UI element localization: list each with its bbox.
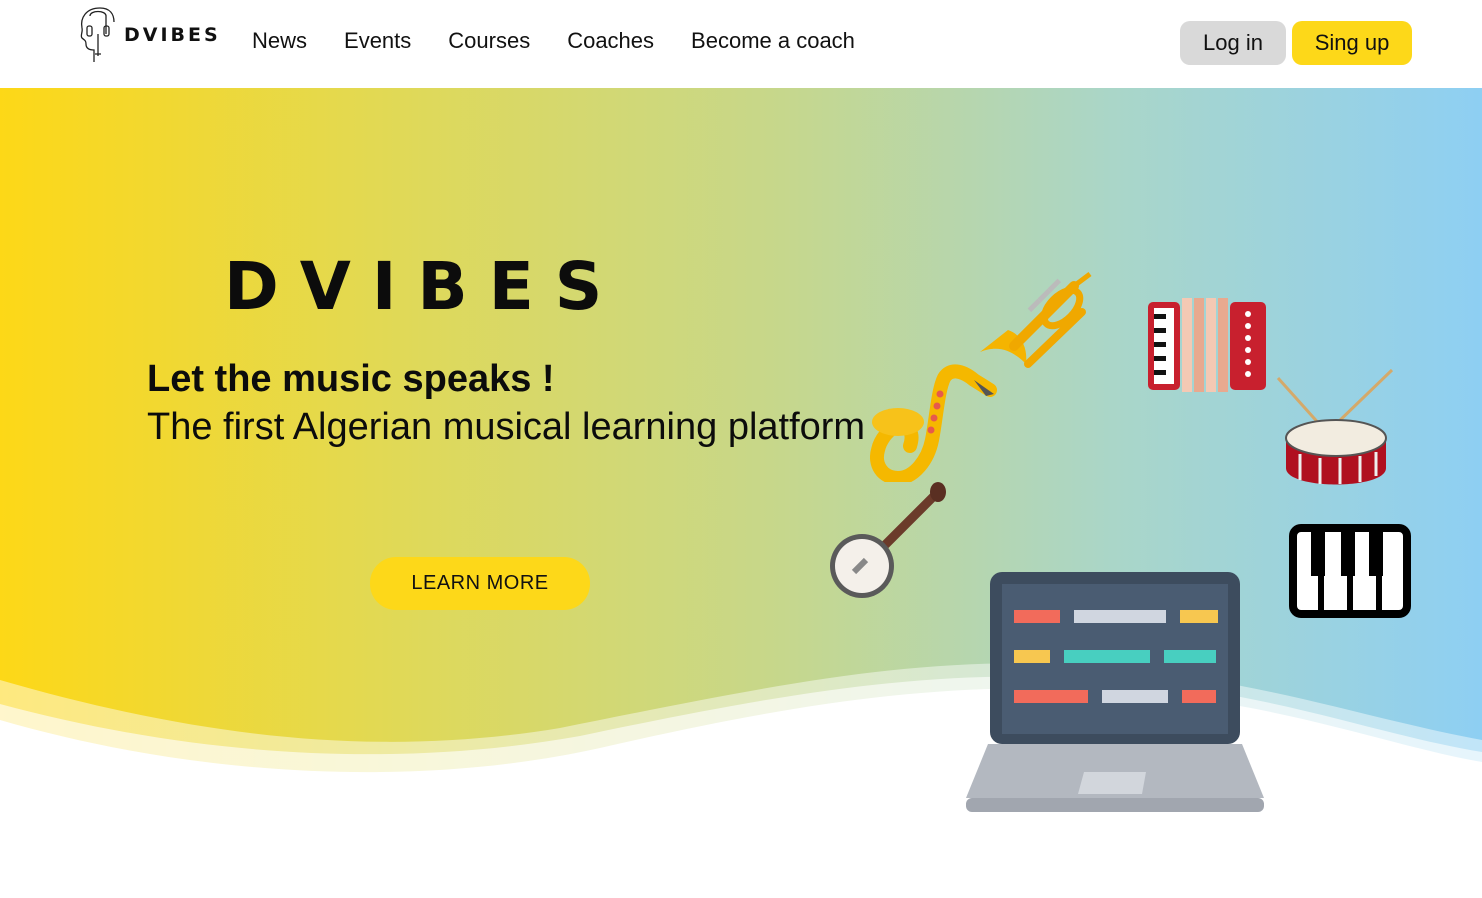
drum-icon — [1276, 368, 1394, 485]
trumpet-icon — [980, 272, 1092, 368]
nav-link-courses[interactable]: Courses — [448, 28, 530, 54]
learn-more-button[interactable]: LEARN MORE — [370, 557, 590, 610]
hero-subtitle: The first Algerian musical learning plat… — [147, 406, 866, 448]
accordion-icon — [1148, 298, 1266, 392]
login-button[interactable]: Log in — [1180, 21, 1286, 65]
nav-link-become-coach[interactable]: Become a coach — [691, 28, 855, 54]
main-nav: News Events Courses Coaches Become a coa… — [252, 28, 892, 54]
banjo-icon — [830, 482, 946, 598]
piano-keys-icon — [1289, 524, 1411, 618]
signup-button[interactable]: Sing up — [1292, 21, 1412, 65]
hero-brand-title: DVIBES — [224, 248, 624, 325]
laptop-icon — [966, 572, 1264, 812]
top-navbar: DVIBES News Events Courses Coaches Becom… — [0, 0, 1482, 88]
nav-link-coaches[interactable]: Coaches — [567, 28, 654, 54]
logo-wordmark: DVIBES — [124, 24, 221, 46]
dvibes-logo[interactable]: DVIBES — [76, 4, 226, 66]
hero-section: DVIBES Let the music speaks ! The first … — [0, 88, 1482, 898]
nav-link-events[interactable]: Events — [344, 28, 411, 54]
head-logo-icon — [80, 7, 115, 62]
hero-tagline: Let the music speaks ! — [147, 358, 555, 400]
nav-link-news[interactable]: News — [252, 28, 307, 54]
